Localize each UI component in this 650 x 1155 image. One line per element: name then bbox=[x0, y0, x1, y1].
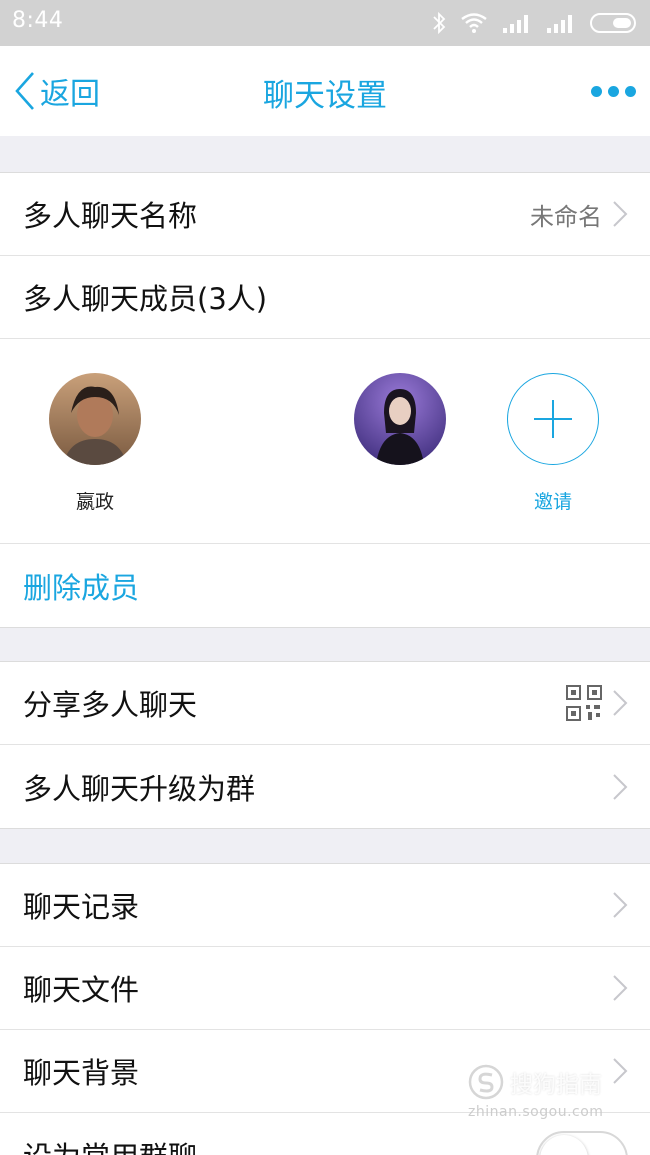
chat-name-label: 多人聊天名称 bbox=[23, 199, 198, 233]
watermark-url: zhinan.sogou.com bbox=[468, 1104, 604, 1120]
chevron-right-icon bbox=[613, 975, 628, 1001]
favorite-group-toggle[interactable] bbox=[536, 1131, 628, 1155]
chat-background-label: 聊天背景 bbox=[23, 1056, 140, 1090]
share-group: 分享多人聊天 多人聊天升级为群 bbox=[0, 661, 650, 829]
page-title: 聊天设置 bbox=[263, 78, 387, 114]
upgrade-group-row[interactable]: 多人聊天升级为群 bbox=[0, 745, 650, 828]
member-item[interactable] bbox=[345, 373, 455, 487]
plus-icon bbox=[507, 373, 599, 465]
watermark-brand: 搜狗指南 bbox=[510, 1072, 602, 1098]
favorite-group-label: 设为常用群聊 bbox=[23, 1134, 197, 1155]
chat-files-label: 聊天文件 bbox=[23, 973, 140, 1007]
avatar bbox=[49, 373, 141, 465]
sogou-logo-icon bbox=[468, 1064, 504, 1100]
members-header: 多人聊天成员(3人) bbox=[23, 282, 268, 316]
chat-name-value: 未命名 bbox=[530, 202, 602, 231]
chevron-right-icon bbox=[613, 773, 628, 800]
status-time: 8:44 bbox=[12, 8, 64, 33]
invite-button[interactable]: 邀请 bbox=[498, 373, 608, 514]
upgrade-group-label: 多人聊天升级为群 bbox=[23, 771, 256, 806]
status-bar: 8:44 bbox=[0, 0, 650, 46]
delete-members-label: 删除成员 bbox=[23, 570, 140, 605]
chevron-right-icon bbox=[613, 201, 628, 227]
more-dot-icon bbox=[625, 85, 636, 97]
chat-files-row[interactable]: 聊天文件 bbox=[0, 947, 650, 1030]
qr-code-icon bbox=[566, 685, 602, 721]
wifi-icon bbox=[461, 13, 487, 33]
chevron-right-icon bbox=[613, 690, 628, 716]
member-name: 嬴政 bbox=[75, 491, 114, 513]
more-dot-icon bbox=[608, 85, 619, 97]
share-chat-label: 分享多人聊天 bbox=[23, 688, 198, 722]
watermark: 搜狗指南 zhinan.sogou.com bbox=[468, 1064, 626, 1134]
signal-icon-2 bbox=[547, 15, 572, 33]
chevron-right-icon bbox=[613, 892, 628, 918]
members-group: 多人聊天名称 未命名 多人聊天成员(3人) 嬴政 邀请 删除成员 bbox=[0, 172, 650, 628]
more-button[interactable] bbox=[591, 76, 636, 106]
invite-label: 邀请 bbox=[533, 491, 572, 513]
chat-history-label: 聊天记录 bbox=[23, 890, 140, 924]
chat-history-row[interactable]: 聊天记录 bbox=[0, 864, 650, 947]
member-item[interactable]: 嬴政 bbox=[40, 373, 150, 514]
chat-name-row[interactable]: 多人聊天名称 未命名 bbox=[0, 173, 650, 256]
member-list: 嬴政 邀请 bbox=[0, 339, 650, 544]
members-header-row: 多人聊天成员(3人) bbox=[0, 256, 650, 339]
delete-members-row[interactable]: 删除成员 bbox=[0, 544, 650, 627]
status-icons bbox=[432, 10, 640, 36]
bluetooth-icon bbox=[433, 11, 446, 35]
signal-icon bbox=[503, 15, 528, 33]
avatar bbox=[354, 373, 446, 465]
share-chat-row[interactable]: 分享多人聊天 bbox=[0, 662, 650, 745]
nav-bar: 返回 聊天设置 bbox=[0, 46, 650, 136]
more-dot-icon bbox=[591, 85, 602, 97]
battery-icon bbox=[590, 13, 636, 33]
